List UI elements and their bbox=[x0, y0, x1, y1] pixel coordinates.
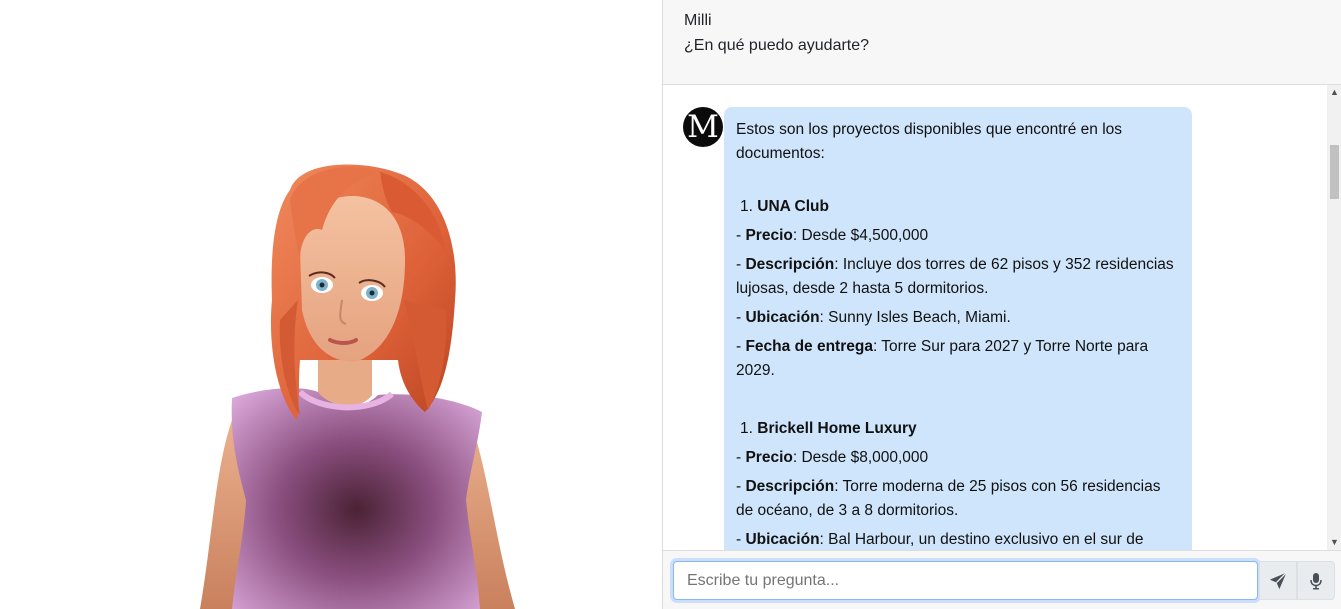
send-icon bbox=[1269, 571, 1287, 589]
message-intro: Estos son los proyectos disponibles que … bbox=[736, 121, 1123, 162]
input-bar bbox=[663, 550, 1341, 609]
assistant-greeting: ¿En qué puedo ayudarte? bbox=[684, 37, 870, 54]
avatar-character-image bbox=[200, 164, 515, 609]
bot-avatar: M bbox=[683, 107, 723, 147]
project-field: - Ubicación: Bal Harbour, un destino exc… bbox=[736, 531, 1144, 548]
project-field: - Precio: Desde $4,500,000 bbox=[736, 227, 929, 244]
chat-panel: Milli ¿En qué puedo ayudarte? M Estos so… bbox=[662, 0, 1341, 609]
project-field: - Descripción: Torre moderna de 25 pisos… bbox=[736, 478, 1161, 519]
microphone-button[interactable] bbox=[1297, 561, 1335, 600]
message-list[interactable]: M Estos son los proyectos disponibles qu… bbox=[663, 85, 1341, 550]
bot-message-bubble: Estos son los proyectos disponibles que … bbox=[724, 107, 1192, 550]
project-field: - Precio: Desde $8,000,000 bbox=[736, 449, 929, 466]
project-field: - Fecha de entrega: Torre Sur para 2027 … bbox=[736, 338, 1149, 379]
project-heading: 1. UNA Club bbox=[740, 198, 829, 215]
question-input[interactable] bbox=[673, 561, 1258, 600]
scrollbar-thumb[interactable] bbox=[1330, 145, 1339, 199]
project-field: - Ubicación: Sunny Isles Beach, Miami. bbox=[736, 309, 1011, 326]
send-button[interactable] bbox=[1259, 561, 1297, 600]
scroll-up-arrow-icon[interactable]: ▲ bbox=[1327, 85, 1341, 100]
assistant-name: Milli bbox=[684, 12, 712, 29]
chat-header: Milli ¿En qué puedo ayudarte? bbox=[663, 0, 1341, 85]
avatar-viewport bbox=[0, 0, 662, 609]
project-field: - Descripción: Incluye dos torres de 62 … bbox=[736, 256, 1174, 297]
message-scrollbar[interactable]: ▲ ▼ bbox=[1327, 85, 1341, 550]
project-heading: 1. Brickell Home Luxury bbox=[740, 420, 917, 437]
scroll-down-arrow-icon[interactable]: ▼ bbox=[1327, 535, 1341, 550]
microphone-icon bbox=[1310, 572, 1322, 589]
